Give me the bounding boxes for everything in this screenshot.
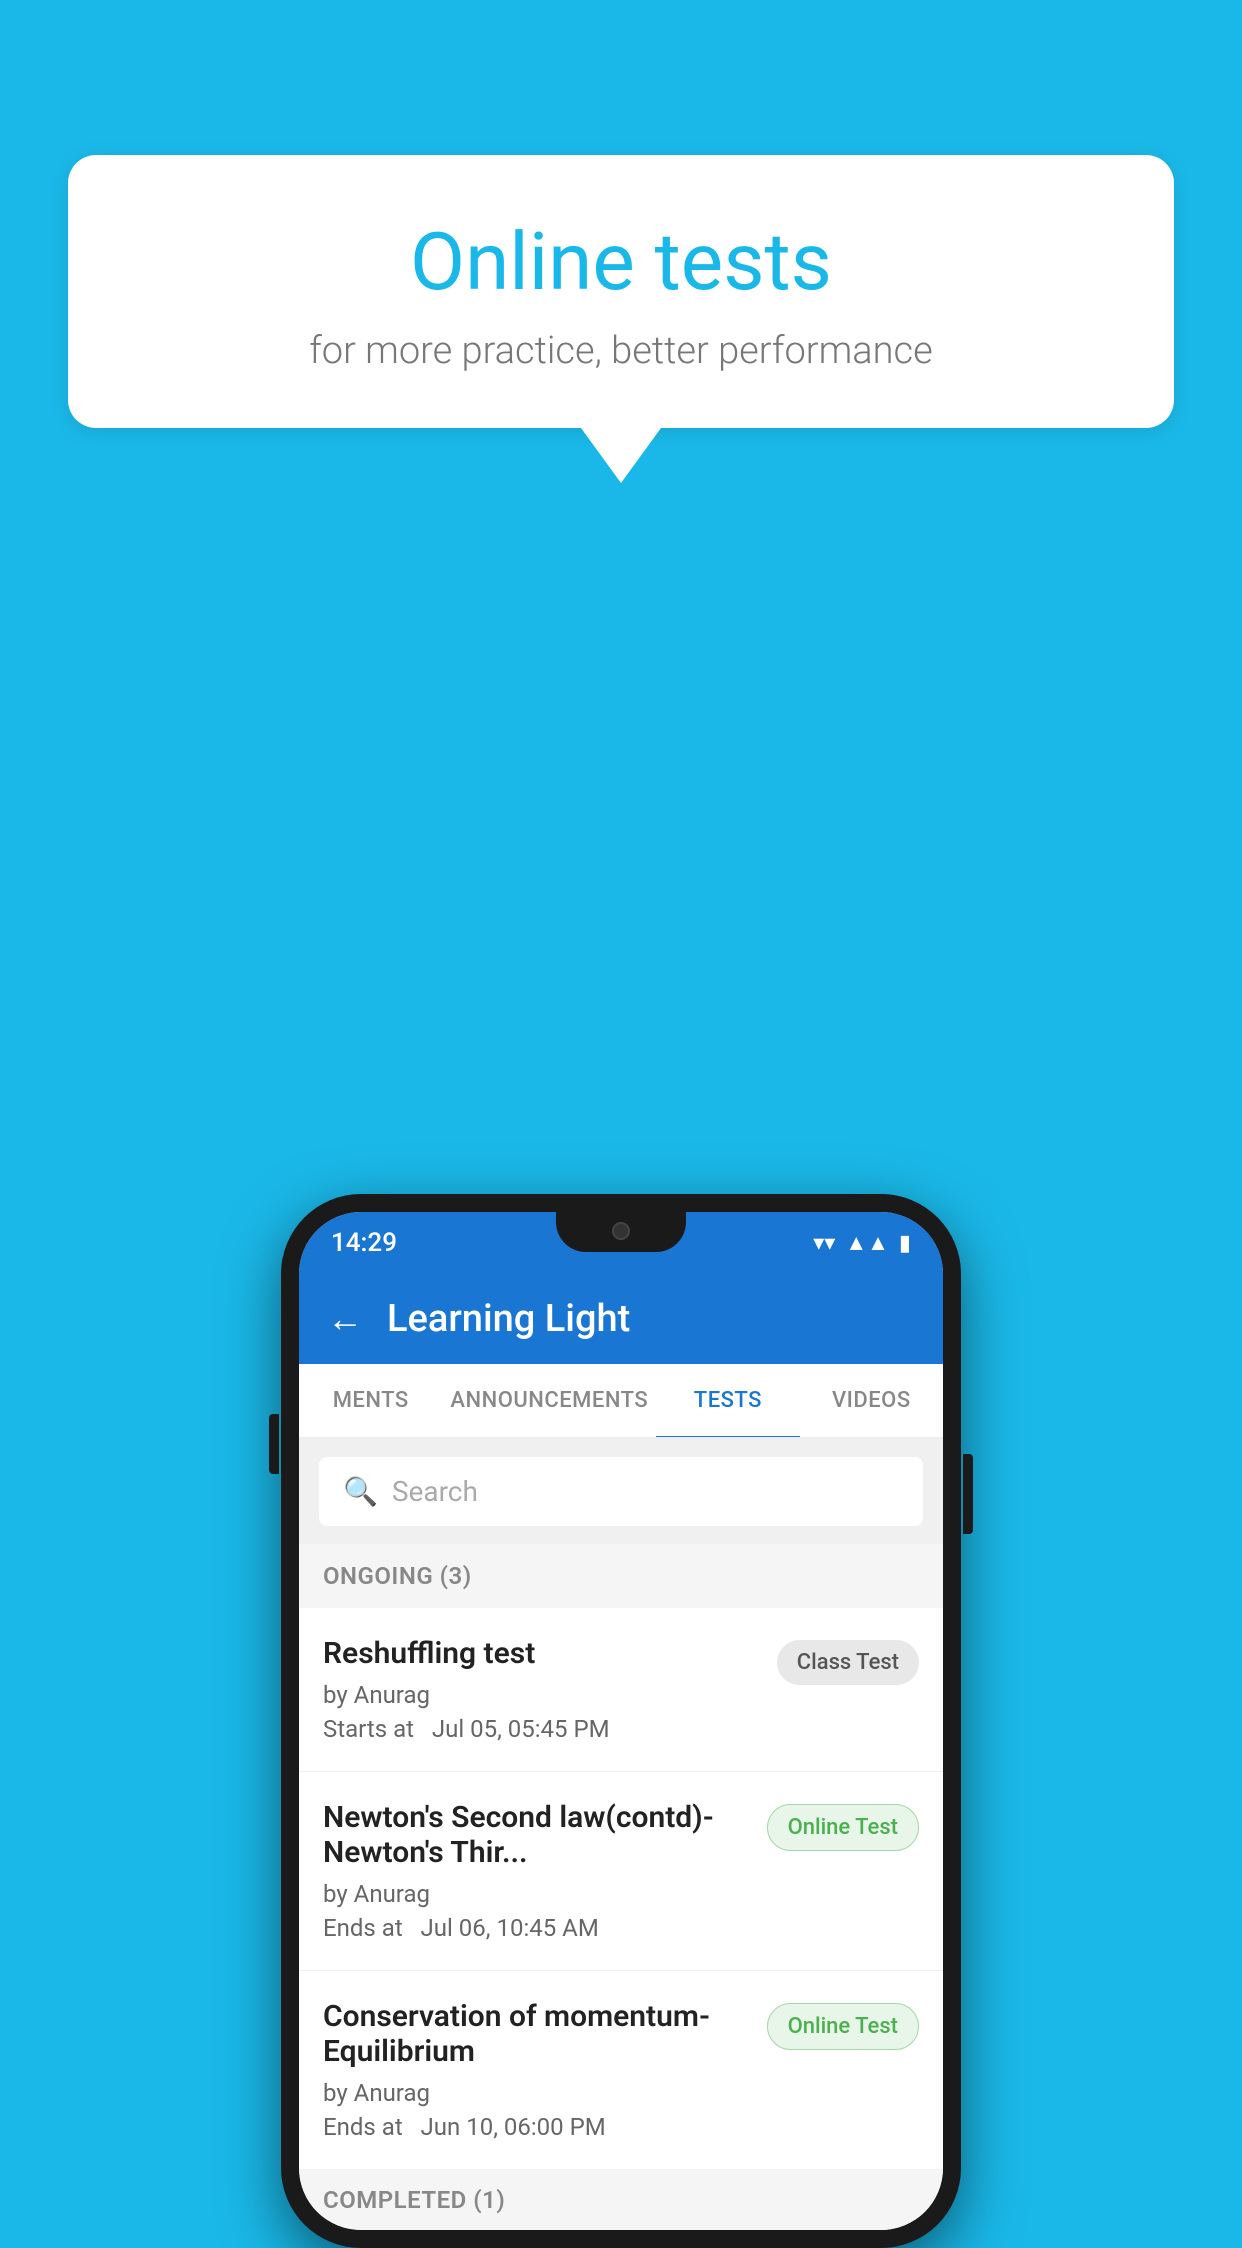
- wifi-icon: ▾▾: [813, 1231, 835, 1256]
- speech-bubble-tail: [581, 428, 661, 483]
- test-title-newton: Newton's Second law(contd)-Newton's Thir…: [323, 1800, 751, 1870]
- test-time-newton: Ends at Jul 06, 10:45 AM: [323, 1914, 751, 1942]
- front-camera: [612, 1222, 630, 1240]
- test-time-value-reshuffling: Jul 05, 05:45 PM: [432, 1715, 610, 1743]
- test-badge-conservation: Online Test: [767, 2003, 919, 2050]
- tabs-container: MENTS ANNOUNCEMENTS TESTS VIDEOS: [299, 1364, 943, 1439]
- phone-outer: 14:29 ▾▾ ▲▲ ▮ ← Learning Light MENTS ANN…: [281, 1194, 961, 2248]
- app-bar: ← Learning Light: [299, 1274, 943, 1364]
- test-by-newton: by Anurag: [323, 1880, 751, 1908]
- test-item-newton[interactable]: Newton's Second law(contd)-Newton's Thir…: [299, 1772, 943, 1971]
- signal-icon: ▲▲: [845, 1230, 889, 1256]
- test-time-reshuffling: Starts at Jul 05, 05:45 PM: [323, 1715, 761, 1743]
- test-info-reshuffling: Reshuffling test by Anurag Starts at Jul…: [323, 1636, 777, 1743]
- tab-announcements[interactable]: ANNOUNCEMENTS: [442, 1364, 656, 1437]
- ongoing-section-header: ONGOING (3): [299, 1544, 943, 1608]
- test-time-value-conservation: Jun 10, 06:00 PM: [421, 2113, 606, 2141]
- search-input[interactable]: 🔍 Search: [319, 1457, 923, 1526]
- test-title-conservation: Conservation of momentum-Equilibrium: [323, 1999, 751, 2069]
- phone-screen: 14:29 ▾▾ ▲▲ ▮ ← Learning Light MENTS ANN…: [299, 1212, 943, 2230]
- ongoing-label: ONGOING (3): [323, 1562, 919, 1590]
- phone-wrapper: 14:29 ▾▾ ▲▲ ▮ ← Learning Light MENTS ANN…: [281, 1194, 961, 2248]
- speech-bubble-subtitle: for more practice, better performance: [118, 329, 1124, 373]
- test-time-value-newton: Jul 06, 10:45 AM: [421, 1914, 599, 1942]
- speech-bubble-title: Online tests: [118, 215, 1124, 309]
- test-item-reshuffling[interactable]: Reshuffling test by Anurag Starts at Jul…: [299, 1608, 943, 1772]
- tab-tests[interactable]: TESTS: [656, 1364, 799, 1437]
- completed-section-header: COMPLETED (1): [299, 2170, 943, 2230]
- completed-label: COMPLETED (1): [323, 2186, 919, 2214]
- app-bar-title: Learning Light: [387, 1297, 630, 1341]
- back-button[interactable]: ←: [327, 1298, 363, 1340]
- test-time-label-conservation: Ends at: [323, 2113, 403, 2141]
- test-time-label-newton: Ends at: [323, 1914, 403, 1942]
- test-info-conservation: Conservation of momentum-Equilibrium by …: [323, 1999, 767, 2141]
- test-by-conservation: by Anurag: [323, 2079, 751, 2107]
- speech-bubble-container: Online tests for more practice, better p…: [68, 155, 1174, 483]
- battery-icon: ▮: [899, 1231, 911, 1256]
- tab-ments[interactable]: MENTS: [299, 1364, 442, 1437]
- search-container: 🔍 Search: [299, 1439, 943, 1544]
- speech-bubble: Online tests for more practice, better p…: [68, 155, 1174, 428]
- test-badge-newton: Online Test: [767, 1804, 919, 1851]
- tab-videos[interactable]: VIDEOS: [800, 1364, 943, 1437]
- search-placeholder: Search: [392, 1475, 478, 1508]
- test-item-conservation[interactable]: Conservation of momentum-Equilibrium by …: [299, 1971, 943, 2170]
- test-time-conservation: Ends at Jun 10, 06:00 PM: [323, 2113, 751, 2141]
- test-title-reshuffling: Reshuffling test: [323, 1636, 761, 1671]
- search-icon: 🔍: [343, 1475, 378, 1508]
- status-bar: 14:29 ▾▾ ▲▲ ▮: [299, 1212, 943, 1274]
- notch: [556, 1212, 686, 1252]
- test-by-reshuffling: by Anurag: [323, 1681, 761, 1709]
- test-time-label-reshuffling: Starts at: [323, 1715, 414, 1743]
- test-badge-reshuffling: Class Test: [777, 1640, 919, 1685]
- status-time: 14:29: [331, 1228, 397, 1258]
- test-info-newton: Newton's Second law(contd)-Newton's Thir…: [323, 1800, 767, 1942]
- status-icons: ▾▾ ▲▲ ▮: [813, 1230, 911, 1256]
